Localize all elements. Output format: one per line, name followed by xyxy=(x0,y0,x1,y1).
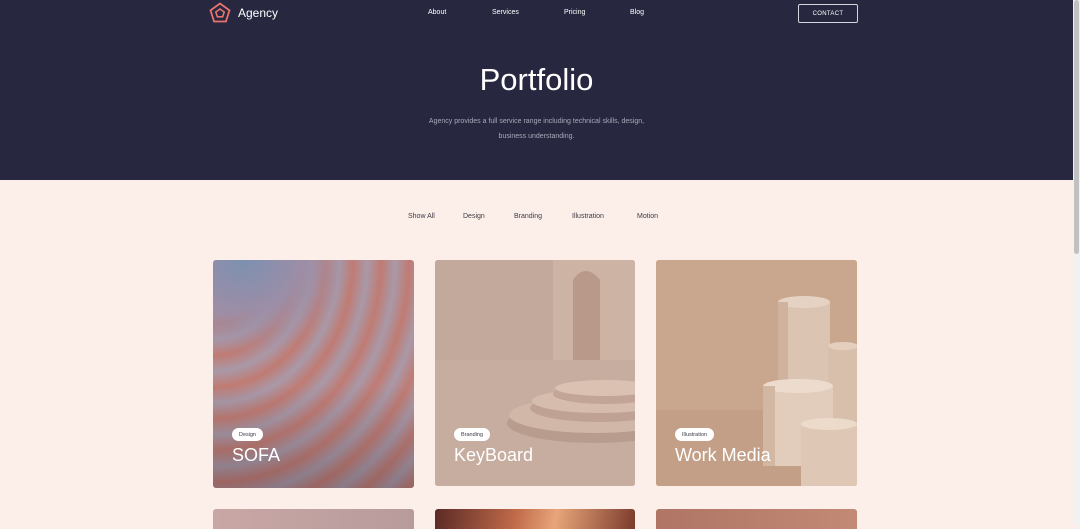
pentagon-logo-icon xyxy=(209,2,231,23)
card-title: KeyBoard xyxy=(454,445,534,465)
page-description-line-2: business understanding. xyxy=(498,133,575,140)
nav-link-about[interactable]: About xyxy=(428,9,446,16)
portfolio-filters: Show All Design Branding Illustration Mo… xyxy=(0,213,1073,225)
hero-header: Agency About Services Pricing Blog CONTA… xyxy=(0,0,1073,180)
portfolio-card-keyboard[interactable]: Branding KeyBoard xyxy=(435,260,635,486)
nav-link-services[interactable]: Services xyxy=(492,9,519,16)
card-title: Work Media xyxy=(675,445,771,465)
card-tag: Branding xyxy=(454,428,491,441)
card-tag: Illustration xyxy=(675,428,715,441)
brand-name: Agency xyxy=(238,6,279,20)
portfolio-card-work-media[interactable]: Illustration Work Media xyxy=(656,260,857,486)
filter-branding[interactable]: Branding xyxy=(514,213,542,220)
card-tag: Design xyxy=(232,428,264,441)
contact-button[interactable]: CONTACT xyxy=(798,4,858,23)
filter-illustration[interactable]: Illustration xyxy=(572,213,604,220)
portfolio-card-row2-1[interactable] xyxy=(213,509,414,529)
filter-design[interactable]: Design xyxy=(463,213,485,220)
nav-link-pricing[interactable]: Pricing xyxy=(564,9,585,16)
portfolio-card-sofa[interactable]: Design SOFA xyxy=(213,260,414,488)
nav-link-blog[interactable]: Blog xyxy=(630,9,644,16)
portfolio-card-row2-2[interactable] xyxy=(435,509,635,529)
page-description-line-1: Agency provides a full service range inc… xyxy=(428,118,645,125)
brand-logo[interactable]: Agency xyxy=(209,2,278,24)
filter-motion[interactable]: Motion xyxy=(637,213,658,220)
scrollbar-thumb[interactable] xyxy=(1074,0,1079,254)
card-title: SOFA xyxy=(232,445,281,465)
page-scrollbar[interactable] xyxy=(1073,0,1080,526)
page-title: Portfolio xyxy=(479,62,594,97)
filter-show-all[interactable]: Show All xyxy=(408,213,435,220)
page-description: Agency provides a full service range inc… xyxy=(0,114,1073,144)
portfolio-card-row2-3[interactable] xyxy=(656,509,857,529)
